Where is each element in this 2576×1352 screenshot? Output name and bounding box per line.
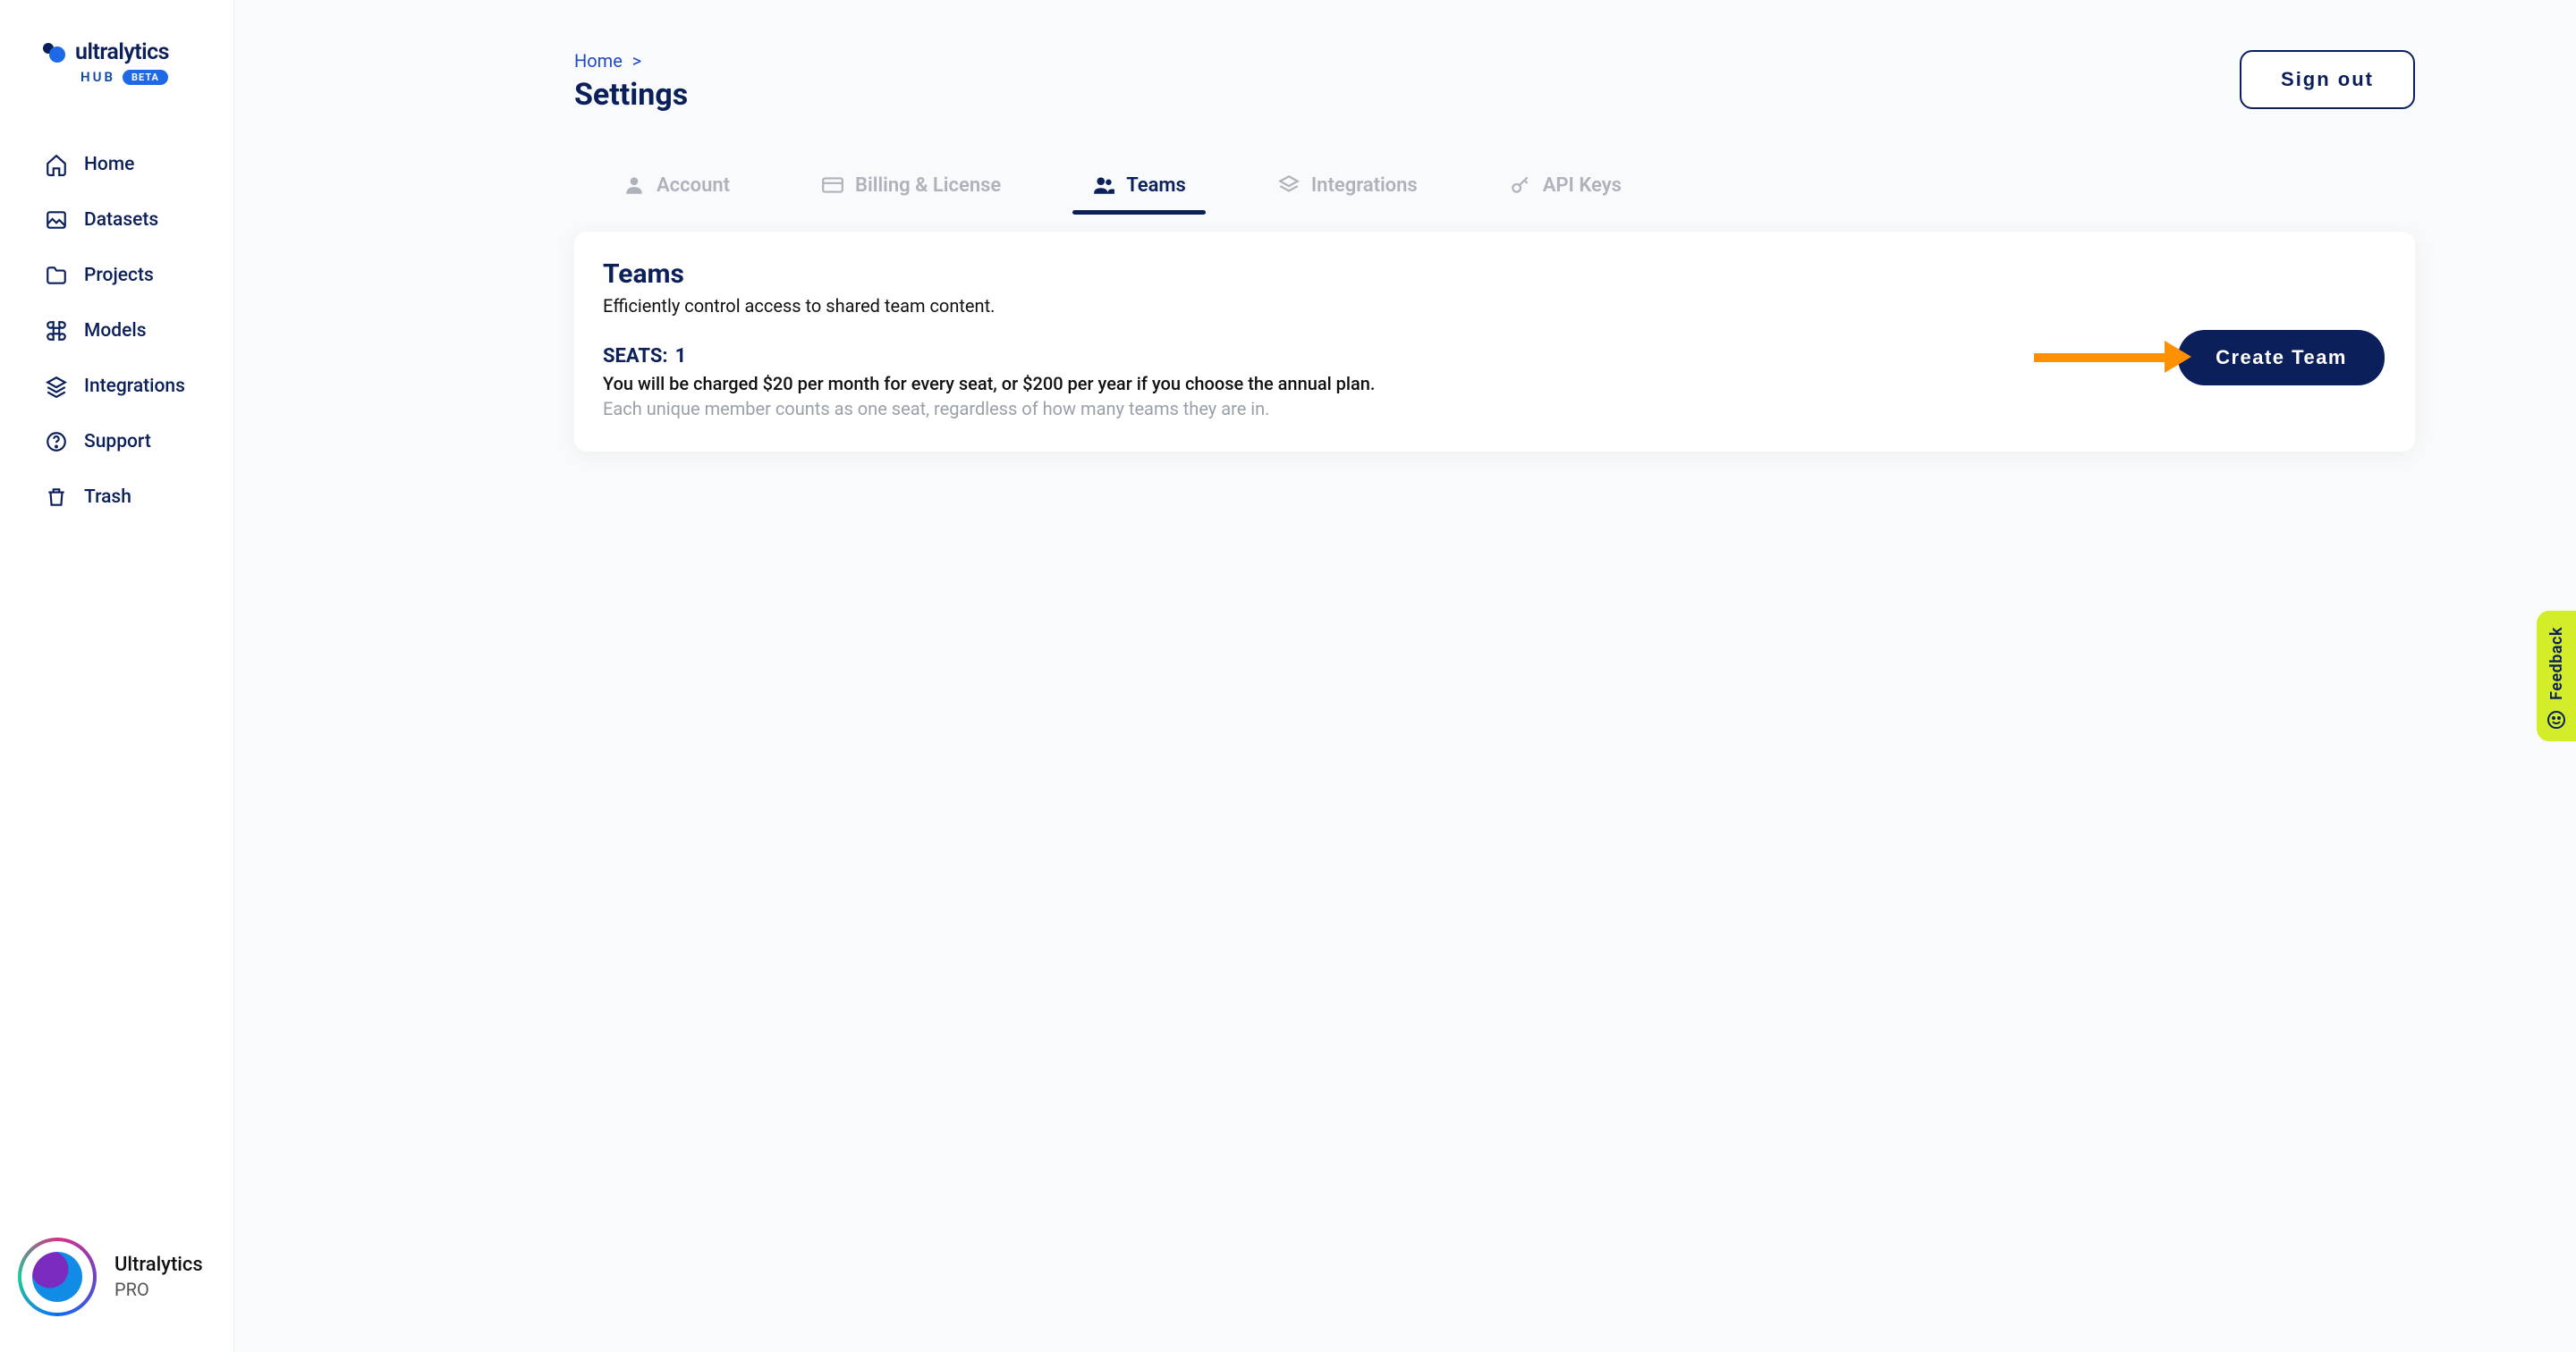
sidebar-item-home[interactable]: Home — [0, 137, 233, 192]
charge-text: You will be charged $20 per month for ev… — [603, 373, 2386, 394]
brand-beta-badge: BETA — [123, 70, 168, 85]
sidebar-footer[interactable]: Ultralytics PRO — [0, 1220, 233, 1352]
sidebar-item-label: Projects — [84, 265, 154, 286]
breadcrumb-sep: > — [632, 50, 641, 72]
nav-list: Home Datasets Projects Models Integratio… — [0, 119, 233, 543]
sign-out-button[interactable]: Sign out — [2240, 50, 2415, 109]
tab-label: Billing & License — [855, 174, 1001, 197]
breadcrumb-home[interactable]: Home — [574, 50, 623, 72]
brand-row: ultralytics — [41, 39, 198, 65]
trash-icon — [45, 486, 68, 509]
breadcrumb[interactable]: Home > — [574, 50, 688, 72]
settings-tabs: Account Billing & License Teams Integrat… — [608, 161, 2415, 215]
tab-label: Teams — [1126, 174, 1186, 197]
layers-icon — [45, 375, 68, 398]
brand-sub: HUB BETA — [80, 69, 198, 85]
sidebar-item-support[interactable]: Support — [0, 414, 233, 469]
folder-icon — [45, 264, 68, 287]
sidebar-item-integrations[interactable]: Integrations — [0, 359, 233, 414]
card-title: Teams — [603, 258, 2386, 290]
create-team-button[interactable]: Create Team — [2178, 330, 2385, 385]
user-info: Ultralytics PRO — [114, 1253, 203, 1302]
brand-area: ultralytics HUB BETA — [0, 0, 233, 119]
sidebar-item-models[interactable]: Models — [0, 303, 233, 359]
seats-row: SEATS: 1 — [603, 345, 2386, 368]
sidebar: ultralytics HUB BETA Home Datasets Proje… — [0, 0, 234, 1352]
sidebar-item-label: Trash — [84, 486, 131, 508]
tab-label: Integrations — [1311, 174, 1418, 197]
sidebar-item-label: Home — [84, 154, 134, 175]
page-title: Settings — [574, 77, 688, 113]
layers-icon — [1277, 173, 1301, 197]
seats-value: 1 — [675, 345, 687, 368]
tab-account[interactable]: Account — [608, 161, 744, 215]
home-icon — [45, 153, 68, 176]
help-icon — [45, 430, 68, 453]
tab-label: API Keys — [1543, 174, 1622, 197]
teams-card: Teams Efficiently control access to shar… — [574, 232, 2415, 452]
tab-label: Account — [657, 174, 730, 197]
brand-name: ultralytics — [75, 39, 169, 65]
seats-label: SEATS: — [603, 345, 668, 368]
unique-text: Each unique member counts as one seat, r… — [603, 398, 2386, 419]
brand-hub: HUB — [80, 69, 115, 85]
sidebar-item-label: Support — [84, 431, 151, 452]
feedback-tab[interactable]: Feedback — [2537, 611, 2576, 741]
user-name: Ultralytics — [114, 1253, 203, 1279]
command-icon — [45, 319, 68, 342]
sidebar-item-projects[interactable]: Projects — [0, 248, 233, 303]
tab-api-keys[interactable]: API Keys — [1495, 161, 1636, 215]
image-icon — [45, 208, 68, 232]
credit-card-icon — [821, 173, 844, 197]
avatar — [18, 1238, 97, 1316]
sidebar-item-label: Models — [84, 320, 147, 342]
people-icon — [1092, 173, 1115, 197]
header-left: Home > Settings — [574, 50, 688, 113]
key-icon — [1509, 173, 1532, 197]
feedback-label: Feedback — [2547, 627, 2566, 700]
smile-icon — [2546, 709, 2567, 731]
tab-integrations[interactable]: Integrations — [1263, 161, 1432, 215]
sidebar-item-label: Datasets — [84, 209, 158, 231]
tab-billing[interactable]: Billing & License — [807, 161, 1015, 215]
card-subtitle: Efficiently control access to shared tea… — [603, 295, 2386, 317]
sidebar-item-datasets[interactable]: Datasets — [0, 192, 233, 248]
sidebar-item-trash[interactable]: Trash — [0, 469, 233, 525]
header-row: Home > Settings Sign out — [574, 50, 2415, 113]
main: Home > Settings Sign out Account Billing… — [234, 0, 2576, 1352]
sidebar-item-label: Integrations — [84, 376, 185, 397]
tab-teams[interactable]: Teams — [1078, 161, 1200, 215]
user-plan: PRO — [114, 1278, 203, 1301]
person-icon — [623, 173, 646, 197]
brand-mark-icon — [41, 40, 66, 65]
